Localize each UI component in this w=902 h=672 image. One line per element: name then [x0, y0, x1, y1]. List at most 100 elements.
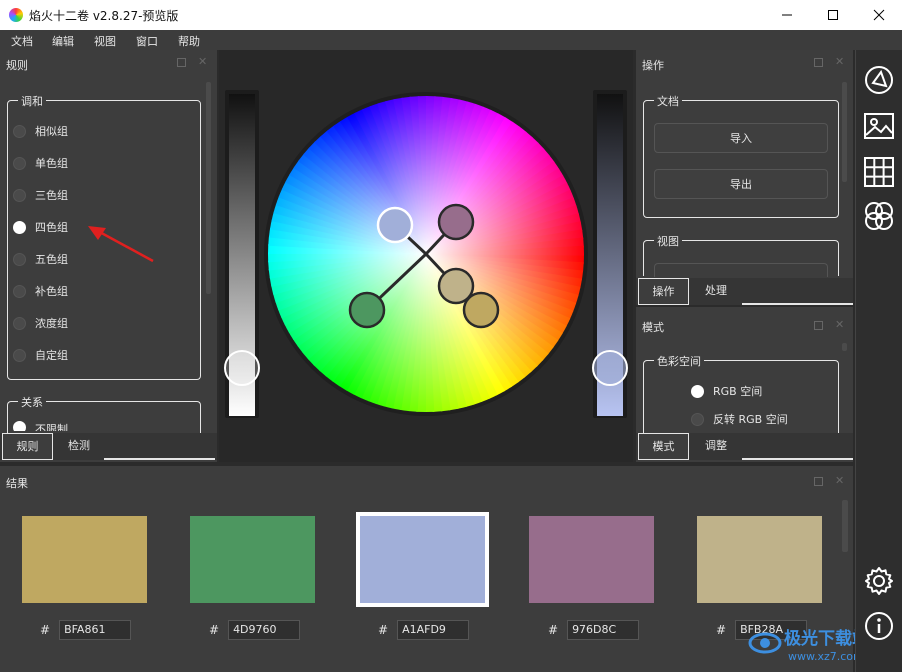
close-icon — [873, 9, 885, 21]
export-button[interactable]: 导出 — [654, 169, 828, 199]
import-button[interactable]: 导入 — [654, 123, 828, 153]
radio-dot — [13, 284, 26, 298]
menu-edit[interactable]: 编辑 — [52, 33, 74, 49]
maximize-button[interactable] — [810, 0, 856, 30]
close-panel-icon[interactable]: ✕ — [835, 318, 844, 331]
tab-mode[interactable]: 模式 — [638, 433, 689, 460]
close-panel-icon[interactable]: ✕ — [198, 55, 207, 68]
watermark-url: www.xz7.com — [788, 650, 864, 663]
radio-unlimited[interactable]: 不限制 — [13, 421, 68, 431]
left-slider-handle[interactable] — [224, 350, 260, 386]
info-button[interactable] — [863, 610, 895, 642]
result-swatch-2[interactable] — [190, 516, 315, 603]
tab-adjust[interactable]: 调整 — [690, 433, 742, 460]
hex-input-3[interactable]: A1AFD9 — [397, 620, 470, 640]
radio-dot — [13, 348, 26, 362]
shape-tool-button[interactable] — [863, 64, 895, 96]
radio-complement[interactable]: 补色组 — [13, 283, 68, 299]
result-swatch-5[interactable] — [697, 516, 822, 603]
wheel-point-gold[interactable] — [462, 291, 500, 329]
watermark-logo-icon — [748, 632, 782, 654]
mode-panel-title: 模式 — [642, 321, 664, 334]
radio-dot — [13, 252, 26, 266]
color-space-group: 色彩空间 RGB 空间 反转 RGB 空间 — [643, 353, 839, 433]
hash-label: # — [716, 623, 727, 637]
result-swatch-1[interactable] — [22, 516, 147, 603]
radio-dot — [13, 188, 26, 202]
operations-scrollbar[interactable] — [842, 82, 847, 182]
view-group: 视图 — [643, 233, 839, 277]
blend-tool-button[interactable] — [863, 200, 895, 232]
float-panel-icon[interactable] — [814, 58, 823, 67]
tab-process[interactable]: 处理 — [690, 278, 742, 305]
radio-tetrad[interactable]: 四色组 — [13, 219, 68, 235]
tab-rules[interactable]: 规则 — [2, 433, 53, 460]
hex-row-3: # A1AFD9 — [378, 620, 470, 640]
color-wheel-svg — [224, 90, 628, 418]
float-panel-icon[interactable] — [814, 321, 823, 330]
rules-scrollbar[interactable] — [206, 82, 211, 294]
wheel-point-selected[interactable] — [376, 206, 414, 244]
wheel-point-green[interactable] — [348, 291, 386, 329]
close-button[interactable] — [856, 0, 902, 30]
wheel-point-mauve[interactable] — [437, 203, 475, 241]
menu-bar: 文档 编辑 视图 窗口 帮助 — [0, 30, 902, 50]
menu-view[interactable]: 视图 — [94, 33, 116, 49]
mode-tabbar: 模式 调整 — [636, 433, 853, 460]
color-wheel-canvas — [219, 50, 633, 462]
grid-tool-button[interactable] — [863, 156, 895, 188]
hex-row-4: # 976D8C — [548, 620, 640, 640]
rules-tabbar: 规则 检测 — [0, 433, 217, 460]
hex-row-1: # BFA861 — [40, 620, 132, 640]
settings-button[interactable] — [863, 565, 895, 597]
minimize-icon — [782, 14, 792, 16]
radio-dot — [13, 124, 26, 138]
hash-label: # — [40, 623, 51, 637]
harmony-group-title: 调和 — [18, 93, 46, 109]
radio-similar[interactable]: 相似组 — [13, 123, 68, 139]
radio-pentad[interactable]: 五色组 — [13, 251, 68, 267]
radio-dot — [691, 412, 704, 426]
radio-dot-selected — [13, 220, 26, 234]
menu-help[interactable]: 帮助 — [178, 33, 200, 49]
maximize-icon — [828, 10, 838, 20]
right-slider-handle[interactable] — [592, 350, 628, 386]
view-button-partial[interactable] — [654, 263, 828, 277]
radio-inverted-rgb[interactable]: 反转 RGB 空间 — [691, 411, 788, 427]
result-swatch-selected[interactable] — [356, 512, 489, 607]
red-arrow-annotation — [88, 226, 154, 263]
mode-scrollbar[interactable] — [842, 343, 847, 351]
view-group-title: 视图 — [654, 233, 682, 249]
minimize-button[interactable] — [764, 0, 810, 30]
hash-label: # — [548, 623, 559, 637]
menu-window[interactable]: 窗口 — [136, 33, 158, 49]
relation-group-title: 关系 — [18, 394, 46, 410]
menu-document[interactable]: 文档 — [11, 33, 33, 49]
color-space-group-title: 色彩空间 — [654, 353, 704, 369]
radio-rgb-space[interactable]: RGB 空间 — [691, 383, 762, 399]
result-swatch-4[interactable] — [529, 516, 654, 603]
operations-tabbar: 操作 处理 — [636, 278, 853, 305]
float-panel-icon[interactable] — [177, 58, 186, 67]
result-panel-title: 结果 — [6, 477, 28, 490]
title-bar: 焰火十二卷 v2.8.27-预览版 — [0, 0, 902, 30]
tab-check[interactable]: 检测 — [54, 433, 104, 460]
image-tool-button[interactable] — [863, 110, 895, 142]
hex-input-1[interactable]: BFA861 — [59, 620, 132, 640]
radio-dot — [13, 156, 26, 170]
hex-input-4[interactable]: 976D8C — [567, 620, 640, 640]
tab-underline — [742, 458, 853, 460]
triangle-circle-icon — [865, 66, 893, 94]
radio-density[interactable]: 浓度组 — [13, 315, 68, 331]
float-panel-icon[interactable] — [814, 477, 823, 486]
hex-input-2[interactable]: 4D9760 — [228, 620, 301, 640]
close-panel-icon[interactable]: ✕ — [835, 474, 844, 487]
close-panel-icon[interactable]: ✕ — [835, 55, 844, 68]
result-scrollbar[interactable] — [842, 500, 848, 552]
image-icon — [864, 113, 894, 139]
tab-operations[interactable]: 操作 — [638, 278, 689, 305]
radio-triad[interactable]: 三色组 — [13, 187, 68, 203]
app-logo-icon — [9, 8, 23, 22]
radio-mono[interactable]: 单色组 — [13, 155, 68, 171]
radio-custom[interactable]: 自定组 — [13, 347, 68, 363]
